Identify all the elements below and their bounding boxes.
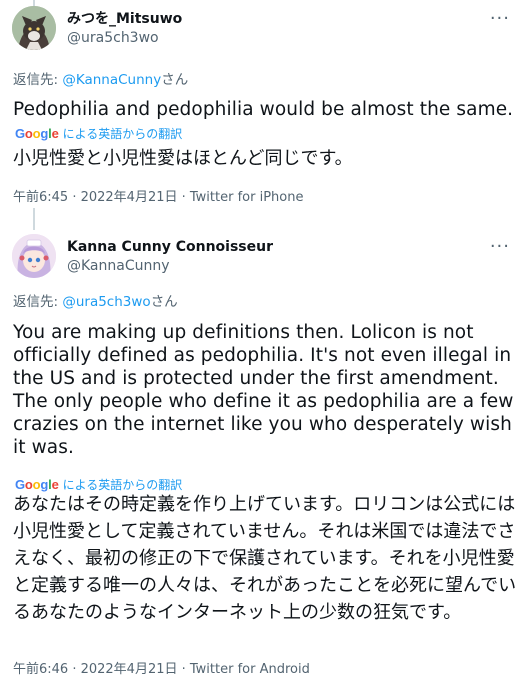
translation-label[interactable]: による英語からの翻訳 [63,125,183,142]
more-horizontal-icon[interactable]: ··· [490,8,510,29]
user-names[interactable]: Kanna Cunny Connoisseur @KannaCunny [67,238,273,276]
tweet[interactable]: Kanna Cunny Connoisseur @KannaCunny ··· … [0,228,525,680]
tweet[interactable]: みつを_Mitsuwo @ura5ch3wo ··· 返信先: @KannaCu… [0,0,525,230]
tweet-text: You are making up definitions then. Loli… [13,322,514,458]
google-logo: Google [15,126,59,141]
display-name[interactable]: みつを_Mitsuwo [67,10,182,28]
user-handle[interactable]: @ura5ch3wo [67,28,182,48]
tweet-text: Pedophilia and pedophilia would be almos… [13,99,514,120]
more-horizontal-icon[interactable]: ··· [490,236,510,257]
reply-to-label: 返信先: [13,72,63,88]
tweet-timestamp[interactable]: 午前6:46 · 2022年4月21日 · Twitter for Androi… [13,658,310,677]
reply-mention-link[interactable]: @KannaCunny [62,72,161,88]
tweet-timestamp[interactable]: 午前6:45 · 2022年4月21日 · Twitter for iPhone [13,186,303,205]
avatar-anime-icon [12,234,56,278]
user-names[interactable]: みつを_Mitsuwo @ura5ch3wo [67,10,182,48]
reply-to-line: 返信先: @KannaCunnyさん [13,68,188,88]
reply-to-line: 返信先: @ura5ch3woさん [13,290,178,310]
avatar[interactable] [12,234,56,278]
reply-to-label: 返信先: [13,294,63,310]
user-handle[interactable]: @KannaCunny [67,256,273,276]
reply-mention-link[interactable]: @ura5ch3wo [62,294,150,310]
translated-text: あなたはその時定義を作り上げています。ロリコンは公式には小児性愛として定義されて… [13,494,517,623]
reply-to-suffix: さん [161,72,189,88]
display-name[interactable]: Kanna Cunny Connoisseur [67,238,273,256]
avatar-cat-icon [12,6,56,50]
translated-text: 小児性愛と小児性愛はほとんど同じです。 [13,148,353,169]
google-logo: Google [15,477,59,492]
avatar[interactable] [12,6,56,50]
thread-line [33,208,35,230]
translation-attribution[interactable]: Google による英語からの翻訳 [15,125,182,142]
reply-to-suffix: さん [150,294,178,310]
